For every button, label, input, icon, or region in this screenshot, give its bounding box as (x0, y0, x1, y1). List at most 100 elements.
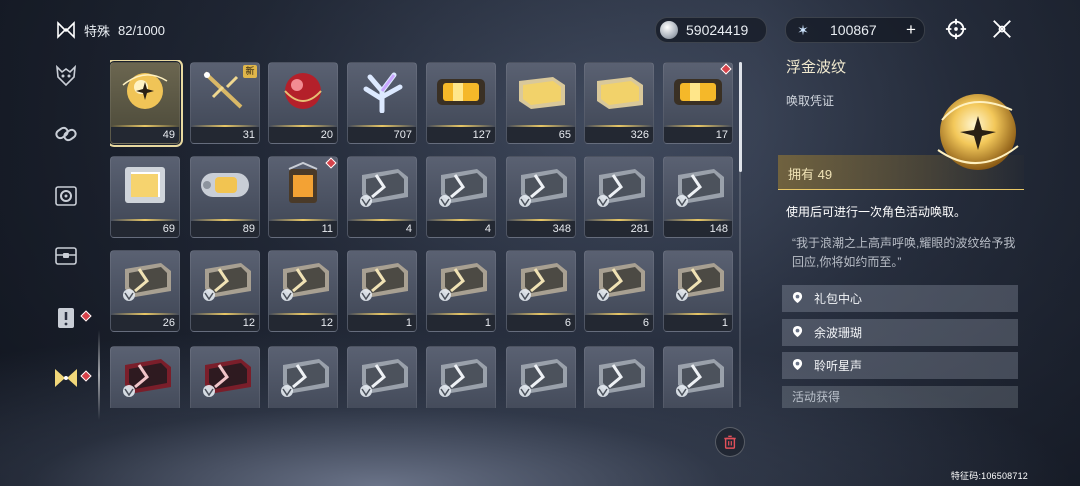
inventory-item-slot[interactable]: 326 (584, 62, 654, 144)
grid-scrollbar-thumb[interactable] (739, 62, 742, 172)
canister-silver-item-icon (201, 173, 249, 197)
inventory-capacity: 82/1000 (118, 22, 166, 38)
sidebar-item-quest[interactable] (50, 302, 82, 334)
inventory-item-slot[interactable]: 12 (190, 250, 260, 332)
sidebar-item-materials[interactable] (50, 118, 82, 150)
gear-box-icon (55, 186, 77, 206)
inventory-item-slot[interactable]: 69 (110, 156, 180, 238)
inventory-item-slot[interactable]: 11 (268, 156, 338, 238)
sidebar-item-devices[interactable] (50, 180, 82, 212)
inventory-item-slot[interactable]: 6 (584, 250, 654, 332)
crate-silver-item-icon (281, 359, 329, 397)
astrite-amount: 100867 (830, 22, 877, 38)
crate-silver-item-icon (519, 359, 567, 397)
crate-gold-item-icon (676, 263, 724, 301)
add-currency-button[interactable]: + (902, 20, 920, 39)
astrite-icon: ✶ (797, 21, 809, 38)
inventory-item-slot[interactable]: 1 (347, 250, 417, 332)
source-entry[interactable]: 余波珊瑚 (782, 319, 1018, 346)
close-icon[interactable] (990, 17, 1014, 41)
sidebar-item-supplies[interactable] (50, 240, 82, 272)
inventory-item-slot[interactable]: 65 (506, 62, 576, 144)
item-type: 唤取凭证 (786, 94, 835, 108)
inventory-item-slot[interactable] (347, 346, 417, 408)
lantern-item-icon (288, 161, 318, 203)
crate-silver-item-icon (676, 359, 724, 397)
item-count: 12 (191, 315, 259, 331)
inventory-item-slot[interactable]: 17 (663, 62, 733, 144)
item-count: 1 (348, 315, 416, 331)
crate-gold-item-icon (439, 263, 487, 301)
item-count: 127 (427, 127, 495, 143)
inventory-item-slot[interactable]: 348 (506, 156, 576, 238)
currency-astrite: ✶ 100867 + (785, 17, 925, 43)
item-count: 11 (269, 221, 337, 237)
sidebar-active-indicator (98, 330, 100, 420)
crate-red-item-icon (123, 359, 171, 397)
player-uid: 特征码:106508712 (950, 471, 1028, 481)
location-pin-icon (792, 325, 804, 341)
source-entry[interactable]: 礼包中心 (782, 285, 1018, 312)
inventory-item-slot[interactable]: 1 (663, 250, 733, 332)
inventory-item-slot[interactable] (506, 346, 576, 408)
sidebar-item-special[interactable] (50, 362, 82, 394)
item-count: 89 (191, 221, 259, 237)
crate-silver-item-icon (439, 169, 487, 207)
inventory-item-slot[interactable]: 6 (506, 250, 576, 332)
source-label: 聆听星声 (814, 359, 863, 373)
item-count: 1 (664, 315, 732, 331)
demon-mask-icon (55, 64, 77, 87)
item-lore-quote: “我于浪潮之上高声呼唤,耀眼的波纹给予我回应,你将如约而至。” (792, 236, 1016, 269)
crate-silver-item-icon (439, 359, 487, 397)
inventory-item-slot[interactable]: 4 (426, 156, 496, 238)
inventory-item-slot[interactable]: 12 (268, 250, 338, 332)
inventory-item-slot[interactable]: 20 (268, 62, 338, 144)
inventory-item-slot[interactable]: 148 (663, 156, 733, 238)
inventory-item-slot[interactable] (663, 346, 733, 408)
inventory-item-slot[interactable]: 4 (347, 156, 417, 238)
source-entry[interactable]: 聆听星声 (782, 352, 1018, 379)
item-count: 31 (191, 127, 259, 143)
item-count: 4 (427, 221, 495, 237)
inventory-item-slot[interactable]: 31 新 (190, 62, 260, 144)
owned-count: 拥有 49 (788, 167, 833, 182)
item-count: 326 (585, 127, 653, 143)
inventory-item-slot[interactable]: 1 (426, 250, 496, 332)
location-pin-icon (792, 291, 804, 307)
crate-silver-item-icon (519, 169, 567, 207)
item-count: 1 (427, 315, 495, 331)
trash-icon (724, 435, 736, 449)
category-header: 特殊 82/1000 (56, 20, 165, 40)
inventory-item-slot[interactable]: 281 (584, 156, 654, 238)
inventory-item-slot[interactable] (268, 346, 338, 408)
discard-button[interactable] (715, 427, 745, 457)
currency-shell-credit: 59024419 (655, 17, 767, 43)
item-count: 707 (348, 127, 416, 143)
crate-silver-item-icon (597, 169, 645, 207)
inventory-item-slot[interactable]: 49 (110, 60, 183, 147)
category-label: 特殊 (84, 23, 111, 39)
box-gold-item-icon (519, 77, 565, 109)
inventory-item-slot[interactable]: 89 (190, 156, 260, 238)
sidebar-item-echo[interactable] (50, 60, 82, 92)
coral-item-icon (363, 72, 403, 113)
inventory-item-slot[interactable]: 127 (426, 62, 496, 144)
inventory-item-slot[interactable] (190, 346, 260, 408)
item-count: 20 (269, 127, 337, 143)
inventory-item-slot[interactable] (426, 346, 496, 408)
target-reticle-icon[interactable] (944, 17, 968, 41)
crate-gold-item-icon (360, 263, 408, 301)
inventory-item-slot[interactable]: 26 (110, 250, 180, 332)
item-count: 6 (507, 315, 575, 331)
special-bowtie-icon (55, 369, 77, 387)
canister-gold-item-icon (437, 79, 485, 105)
inventory-item-slot[interactable]: 707 (347, 62, 417, 144)
crate-red-item-icon (203, 359, 251, 397)
category-sidebar (40, 50, 96, 430)
item-count: 17 (664, 127, 732, 143)
inventory-item-slot[interactable] (110, 346, 180, 408)
crate-gold-item-icon (519, 263, 567, 301)
inventory-item-slot[interactable] (584, 346, 654, 408)
item-count: 4 (348, 221, 416, 237)
item-count: 26 (111, 315, 179, 331)
